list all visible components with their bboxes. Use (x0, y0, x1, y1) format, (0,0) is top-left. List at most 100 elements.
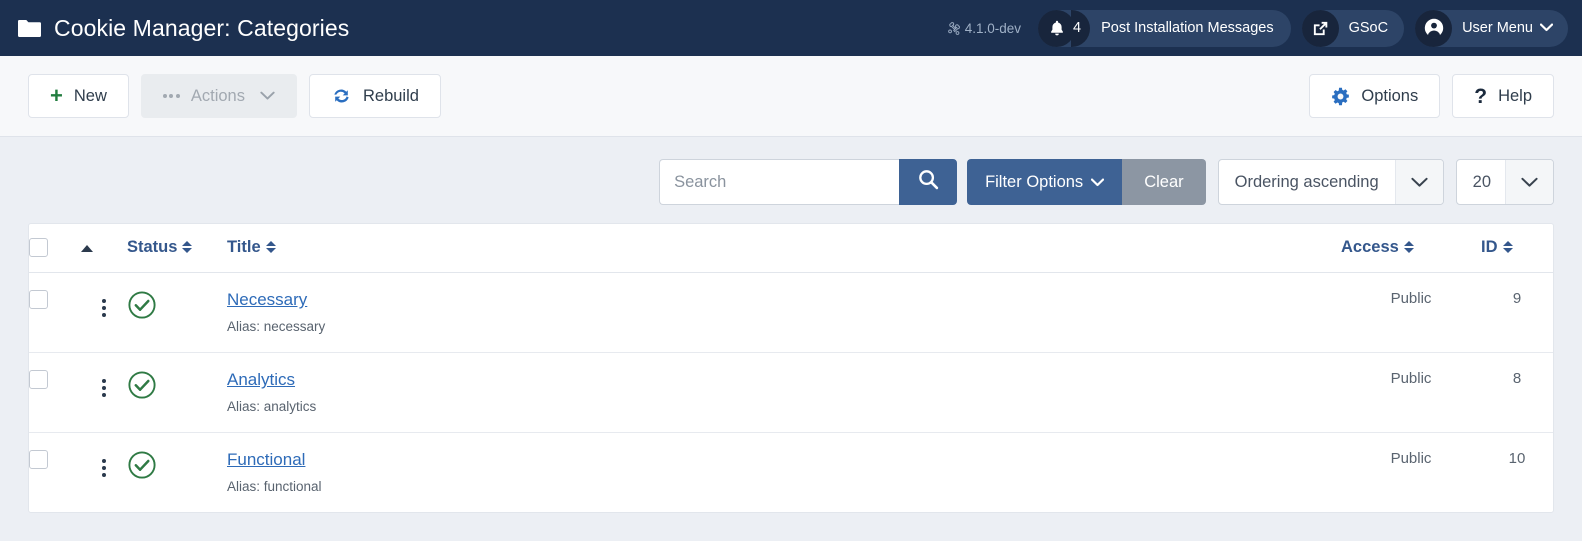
filter-options-button[interactable]: Filter Options (967, 159, 1123, 205)
ordering-column-header[interactable] (81, 224, 127, 274)
new-button[interactable]: + New (28, 74, 129, 118)
header-title-group: Cookie Manager: Categories (18, 15, 349, 42)
sort-asc-arrow-icon (81, 245, 93, 253)
chevron-down-icon (1394, 160, 1443, 204)
sort-icon (182, 240, 193, 254)
row-title-cell: Functional Alias: functional (227, 433, 1341, 513)
check-circle-icon[interactable] (127, 450, 157, 480)
header-actions: 4.1.0-dev 4 Post Installation Messages G… (947, 9, 1568, 47)
table-row: Necessary Alias: necessary Public 9 (29, 273, 1553, 353)
row-actions-cell (81, 353, 127, 433)
version-label: 4.1.0-dev (964, 20, 1022, 36)
row-select-cell (29, 433, 81, 513)
user-menu-button[interactable]: User Menu (1415, 9, 1568, 47)
row-access-cell: Public (1390, 450, 1432, 468)
search-icon (918, 169, 939, 195)
row-checkbox[interactable] (29, 370, 48, 390)
toolbar-right-group: Options ? Help (1309, 74, 1554, 118)
refresh-icon (331, 86, 352, 106)
row-checkbox[interactable] (29, 290, 48, 310)
row-access-cell: Public (1390, 290, 1432, 308)
question-icon: ? (1474, 84, 1488, 108)
user-avatar-icon (1415, 9, 1453, 47)
sort-icon (265, 240, 276, 254)
options-button[interactable]: Options (1309, 74, 1441, 118)
title-column-header[interactable]: Title (227, 224, 1341, 274)
search-group (659, 159, 958, 205)
filter-options-label: Filter Options (985, 172, 1084, 191)
chevron-down-icon (1091, 173, 1105, 192)
category-title-link[interactable]: Analytics (227, 370, 295, 390)
bell-icon (1038, 9, 1076, 47)
rebuild-button-label: Rebuild (362, 86, 419, 105)
table-row: Functional Alias: functional Public 10 (29, 433, 1553, 513)
toolbar-left-group: + New Actions Rebuild (28, 74, 441, 118)
row-status-cell (127, 353, 227, 433)
row-select-cell (29, 353, 81, 433)
row-status-cell (127, 273, 227, 353)
categories-table-card: Status Title Access ID Necessary Alias: … (28, 223, 1554, 514)
app-header: Cookie Manager: Categories 4.1.0-dev 4 P… (0, 0, 1582, 56)
help-button[interactable]: ? Help (1452, 74, 1554, 118)
gear-icon (1331, 87, 1350, 106)
row-title-cell: Analytics Alias: analytics (227, 353, 1341, 433)
rebuild-button[interactable]: Rebuild (308, 74, 441, 118)
folder-icon (18, 19, 41, 37)
categories-table: Status Title Access ID Necessary Alias: … (29, 224, 1553, 512)
user-menu-label: User Menu (1462, 20, 1533, 36)
gsoc-button[interactable]: GSoC (1301, 9, 1405, 47)
category-title-link[interactable]: Functional (227, 450, 305, 470)
ordering-select[interactable]: Ordering ascending (1217, 159, 1444, 205)
check-circle-icon[interactable] (127, 290, 157, 320)
vertical-dots-icon[interactable] (96, 456, 112, 480)
main-content: Filter Options Clear Ordering ascending … (0, 137, 1582, 541)
sort-icon (1502, 240, 1513, 254)
row-id-cell: 9 (1512, 290, 1522, 308)
row-actions-cell (81, 433, 127, 513)
category-alias: Alias: analytics (227, 399, 317, 415)
version-indicator: 4.1.0-dev (947, 21, 1021, 36)
category-alias: Alias: functional (227, 479, 322, 495)
page-title: Cookie Manager: Categories (54, 14, 350, 41)
chevron-down-icon (1539, 21, 1568, 35)
access-column-header[interactable]: Access (1341, 224, 1481, 274)
filter-bar: Filter Options Clear Ordering ascending … (28, 137, 1554, 223)
joomla-logo-icon (947, 21, 960, 35)
table-row: Analytics Alias: analytics Public 8 (29, 353, 1553, 433)
post-installation-messages-button[interactable]: 4 Post Installation Messages (1038, 9, 1291, 47)
row-title-cell: Necessary Alias: necessary (227, 273, 1341, 353)
plus-icon: + (50, 83, 63, 108)
id-column-label: ID (1481, 238, 1498, 257)
vertical-dots-icon[interactable] (96, 296, 112, 320)
title-column-label: Title (227, 238, 261, 257)
actions-button[interactable]: Actions (140, 74, 297, 118)
row-status-cell (127, 433, 227, 513)
table-header: Status Title Access ID (29, 224, 1553, 274)
help-button-label: Help (1498, 86, 1532, 105)
notifications-label: Post Installation Messages (1101, 20, 1274, 36)
list-limit-select[interactable]: 20 (1455, 159, 1554, 205)
clear-label: Clear (1144, 172, 1184, 191)
vertical-dots-icon[interactable] (96, 376, 112, 400)
status-column-header[interactable]: Status (127, 224, 227, 274)
row-id-cell: 10 (1508, 450, 1526, 468)
check-circle-icon[interactable] (127, 370, 157, 400)
select-all-checkbox[interactable] (29, 238, 48, 258)
category-title-link[interactable]: Necessary (227, 290, 307, 310)
id-column-header[interactable]: ID (1481, 224, 1553, 274)
select-all-header (29, 224, 81, 274)
list-limit-value: 20 (1472, 172, 1491, 191)
table-header-row: Status Title Access ID (29, 224, 1553, 274)
actions-button-label: Actions (190, 86, 245, 105)
row-checkbox[interactable] (29, 450, 48, 470)
options-button-label: Options (1361, 86, 1419, 105)
notification-count: 4 (1071, 9, 1091, 47)
clear-button[interactable]: Clear (1122, 159, 1206, 205)
row-actions-cell (81, 273, 127, 353)
search-button[interactable] (899, 159, 958, 205)
row-access-cell: Public (1390, 370, 1432, 388)
gsoc-label: GSoC (1348, 20, 1389, 36)
ellipsis-icon (162, 94, 180, 98)
table-body: Necessary Alias: necessary Public 9 Anal… (29, 273, 1553, 513)
search-input[interactable] (659, 159, 900, 205)
